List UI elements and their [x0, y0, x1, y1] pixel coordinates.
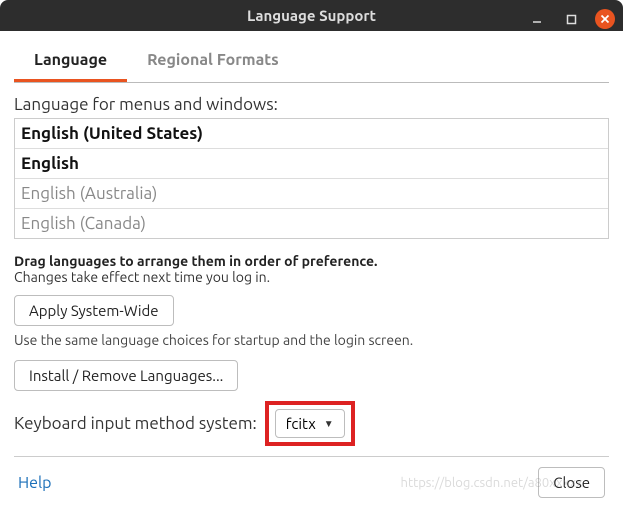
maximize-button[interactable] [561, 9, 581, 29]
minimize-icon [531, 13, 543, 25]
highlight-annotation: fcitx ▼ [265, 401, 355, 446]
keyboard-input-dropdown[interactable]: fcitx ▼ [275, 409, 345, 438]
language-list[interactable]: English (United States) English English … [14, 118, 609, 239]
close-window-button[interactable] [595, 9, 615, 29]
keyboard-input-label: Keyboard input method system: [14, 414, 257, 433]
language-list-label: Language for menus and windows: [14, 95, 609, 114]
install-remove-languages-button[interactable]: Install / Remove Languages... [14, 360, 238, 391]
titlebar: Language Support [0, 0, 623, 31]
window-controls [527, 0, 615, 38]
help-link[interactable]: Help [18, 474, 52, 492]
list-item[interactable]: English (Australia) [15, 178, 608, 208]
keyboard-input-row: Keyboard input method system: fcitx ▼ [14, 401, 609, 446]
tab-language[interactable]: Language [14, 41, 127, 82]
dropdown-value: fcitx [286, 415, 316, 432]
drag-hint: Changes take effect next time you log in… [14, 269, 609, 285]
close-icon [600, 14, 610, 24]
tab-regional-formats[interactable]: Regional Formats [127, 41, 299, 82]
footer-bar: Help Close [14, 456, 609, 498]
chevron-down-icon: ▼ [324, 418, 334, 430]
tab-bar: Language Regional Formats [14, 41, 609, 83]
list-item[interactable]: English (Canada) [15, 208, 608, 238]
close-button[interactable]: Close [538, 467, 605, 498]
maximize-icon [566, 14, 577, 25]
apply-system-wide-button[interactable]: Apply System-Wide [14, 295, 174, 326]
content-area: Language Regional Formats Language for m… [0, 31, 623, 508]
list-item[interactable]: English [15, 148, 608, 178]
drag-hint-bold: Drag languages to arrange them in order … [14, 253, 609, 269]
minimize-button[interactable] [527, 9, 547, 29]
list-item[interactable]: English (United States) [15, 118, 608, 148]
window: Language Support Language Regional Forma… [0, 0, 623, 508]
apply-subtext: Use the same language choices for startu… [14, 332, 609, 348]
